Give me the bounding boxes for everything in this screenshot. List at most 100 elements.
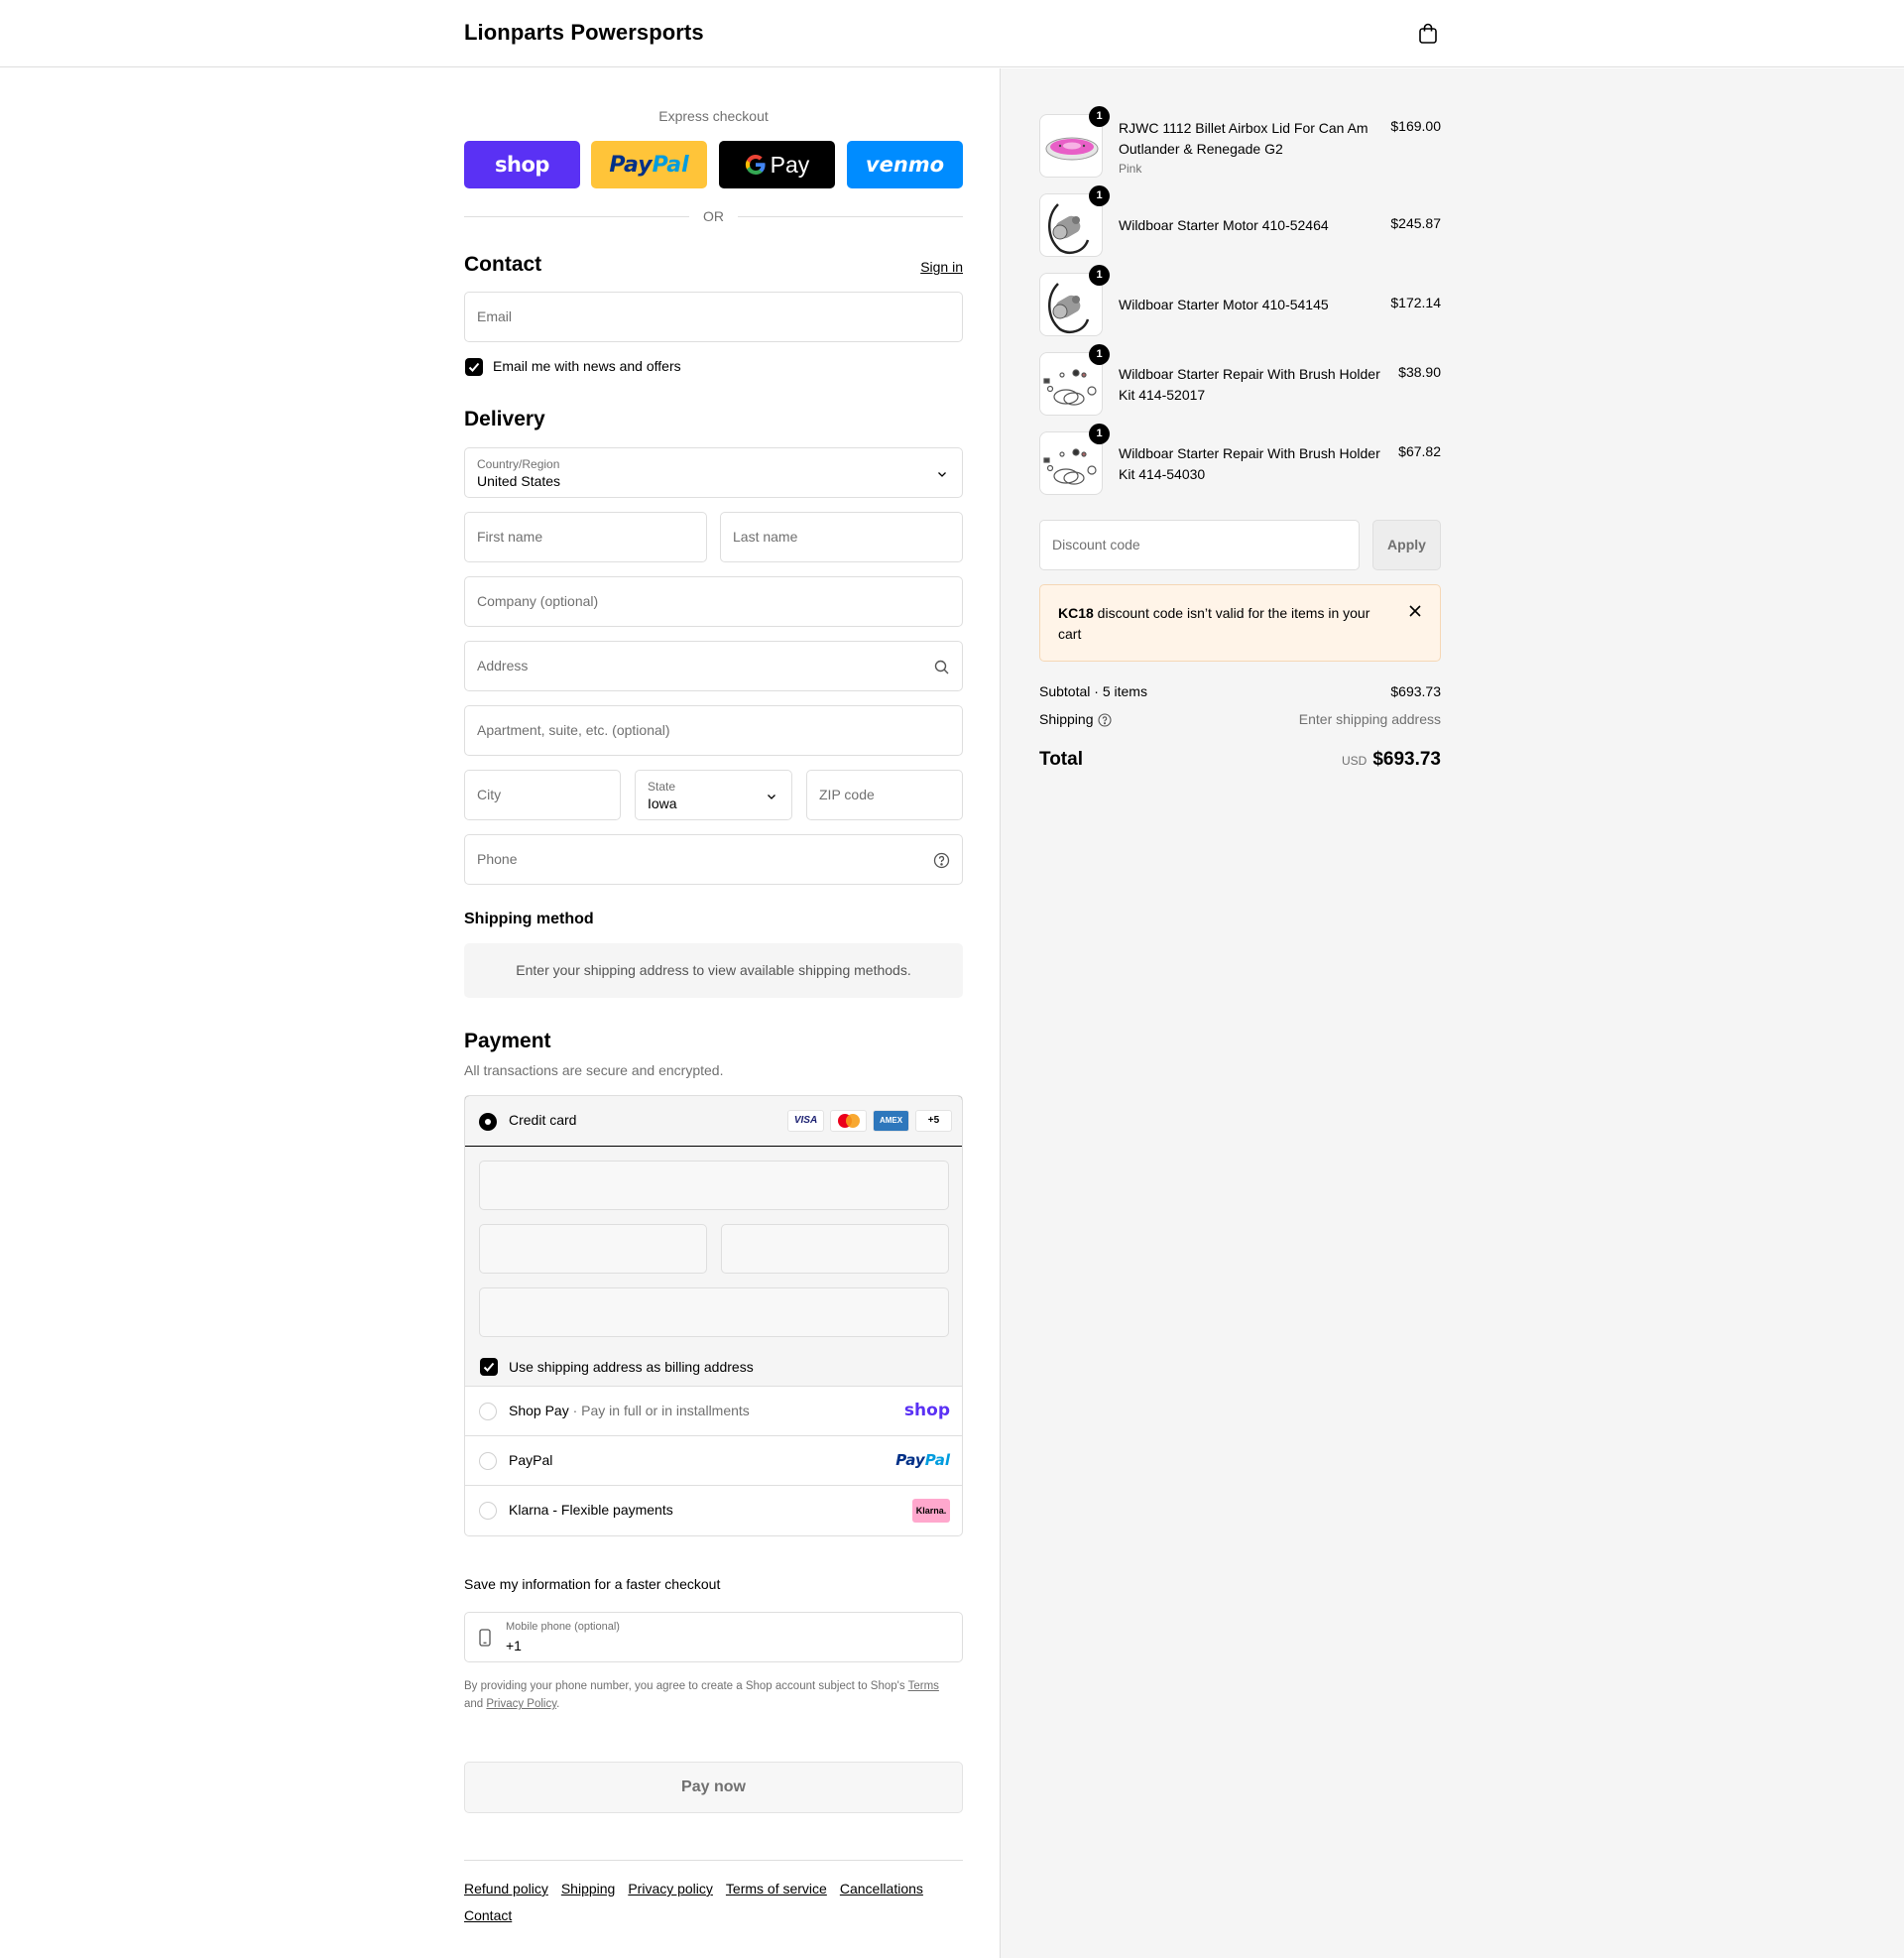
total-currency: USD <box>1341 754 1368 768</box>
line-item: 1 Wildboar Starter Repair With Brush Hol… <box>1039 344 1441 418</box>
discount-error-message: KC18 discount code isn’t valid for the i… <box>1058 605 1370 642</box>
item-name: Wildboar Starter Repair With Brush Holde… <box>1119 445 1380 482</box>
credit-card-option[interactable]: Credit card VISA AMEX +5 <box>465 1096 962 1147</box>
last-name-field[interactable]: Last name <box>720 512 963 562</box>
item-name: Wildboar Starter Motor 410-52464 <box>1119 217 1329 233</box>
chevron-down-icon <box>768 795 775 799</box>
apply-discount-button[interactable]: Apply <box>1372 520 1441 570</box>
shopping-bag-icon[interactable] <box>1416 22 1440 46</box>
first-name-placeholder: First name <box>477 529 543 545</box>
shipping-policy-link[interactable]: Shipping <box>561 1881 616 1897</box>
card-form: Use shipping address as billing address <box>465 1147 962 1387</box>
line-item: 1 Wildboar Starter Repair With Brush Hol… <box>1039 424 1441 497</box>
payment-methods: Credit card VISA AMEX +5 Use shipping ad… <box>464 1095 963 1536</box>
quantity-badge: 1 <box>1089 344 1110 365</box>
venmo-express-button[interactable]: venmo <box>847 141 963 188</box>
footer-links: Refund policy Shipping Privacy policy Terms… <box>464 1876 963 1929</box>
close-icon[interactable] <box>1408 604 1422 618</box>
paypal-option[interactable]: PayPal PayPal <box>465 1436 962 1486</box>
shop-pay-subtext: Pay in full or in installments <box>581 1403 750 1418</box>
google-pay-express-button[interactable]: Pay <box>719 141 835 188</box>
express-checkout-label: Express checkout <box>658 108 769 124</box>
amex-logo: AMEX <box>873 1110 909 1132</box>
mobile-phone-field[interactable]: Mobile phone (optional) +1 <box>464 1612 963 1662</box>
refund-policy-link[interactable]: Refund policy <box>464 1881 548 1897</box>
state-select[interactable]: State Iowa <box>635 770 792 820</box>
discount-code-field[interactable]: Discount code <box>1039 520 1360 570</box>
card-number-field[interactable] <box>479 1161 949 1210</box>
sign-in-link[interactable]: Sign in <box>920 259 963 275</box>
mobile-phone-label: Mobile phone (optional) <box>506 1621 620 1633</box>
total-amount: USD $693.73 <box>1342 749 1441 771</box>
news-checkbox-label: Email me with news and offers <box>493 358 681 374</box>
subtotal-label: Subtotal · 5 items <box>1039 683 1147 699</box>
privacy-policy-footer-link[interactable]: Privacy policy <box>628 1881 713 1897</box>
email-field[interactable]: Email <box>464 292 963 342</box>
zip-field[interactable]: ZIP code <box>806 770 963 820</box>
shop-logo: shop <box>495 153 549 177</box>
klarna-option[interactable]: Klarna - Flexible payments Klarna. <box>465 1486 962 1535</box>
help-circle-icon[interactable] <box>1098 713 1112 727</box>
phone-placeholder: Phone <box>477 851 518 867</box>
credit-card-radio[interactable] <box>479 1113 497 1131</box>
card-cvv-field[interactable] <box>721 1224 949 1274</box>
address-field[interactable]: Address <box>464 641 963 691</box>
city-field[interactable]: City <box>464 770 621 820</box>
quantity-badge: 1 <box>1089 185 1110 206</box>
terms-link[interactable]: Terms <box>908 1680 939 1692</box>
checkmark-icon <box>483 1362 495 1372</box>
contact-link[interactable]: Contact <box>464 1907 512 1923</box>
pay-now-button[interactable]: Pay now <box>464 1762 963 1813</box>
shipping-label: Shipping <box>1039 711 1094 727</box>
shipping-method-note: Enter your shipping address to view avai… <box>464 943 963 998</box>
help-circle-icon[interactable] <box>933 852 950 869</box>
visa-logo: VISA <box>787 1110 824 1132</box>
apartment-placeholder: Apartment, suite, etc. (optional) <box>477 722 670 738</box>
discount-error-banner: KC18 discount code isn’t valid for the i… <box>1039 584 1441 662</box>
gpay-text: Pay <box>770 151 810 178</box>
company-field[interactable]: Company (optional) <box>464 576 963 627</box>
first-name-field[interactable]: First name <box>464 512 707 562</box>
store-name[interactable]: Lionparts Powersports <box>464 20 704 46</box>
phone-field[interactable]: Phone <box>464 834 963 885</box>
checkmark-icon <box>468 362 480 372</box>
shipping-row: Shipping Enter shipping address <box>1039 711 1441 727</box>
chevron-down-icon <box>938 472 946 477</box>
quantity-badge: 1 <box>1089 265 1110 286</box>
delivery-heading: Delivery <box>464 408 545 430</box>
billing-address-label: Use shipping address as billing address <box>509 1359 754 1375</box>
card-expiry-field[interactable] <box>479 1224 707 1274</box>
country-value: United States <box>477 473 561 489</box>
express-checkout-buttons: shop PayPal Pay venmo <box>464 141 963 188</box>
payment-subtext: All transactions are secure and encrypte… <box>464 1062 724 1078</box>
paypal-radio[interactable] <box>479 1452 497 1470</box>
more-cards-badge: +5 <box>915 1110 952 1132</box>
zip-placeholder: ZIP code <box>819 787 875 802</box>
card-name-field[interactable] <box>479 1287 949 1337</box>
apartment-field[interactable]: Apartment, suite, etc. (optional) <box>464 705 963 756</box>
klarna-radio[interactable] <box>479 1502 497 1520</box>
discount-code-placeholder: Discount code <box>1052 537 1140 552</box>
item-variant: Pink <box>1119 162 1142 176</box>
footer-divider <box>464 1860 963 1861</box>
line-item: 1 Wildboar Starter Motor 410-52464 $245.… <box>1039 185 1441 259</box>
mastercard-logo <box>830 1110 867 1132</box>
shop-pay-express-button[interactable]: shop <box>464 141 580 188</box>
billing-address-checkbox[interactable] <box>480 1358 498 1376</box>
state-label: State <box>648 780 676 794</box>
terms-of-service-link[interactable]: Terms of service <box>726 1881 827 1897</box>
news-checkbox[interactable] <box>465 358 483 376</box>
paypal-express-button[interactable]: PayPal <box>591 141 707 188</box>
save-info-heading: Save my information for a faster checkou… <box>464 1576 721 1592</box>
search-icon <box>934 660 949 674</box>
shop-pay-option[interactable]: Shop Pay · Pay in full or in installment… <box>465 1387 962 1436</box>
item-price: $172.14 <box>1390 295 1441 310</box>
privacy-policy-link[interactable]: Privacy Policy <box>486 1698 556 1710</box>
klarna-label: Klarna - Flexible payments <box>509 1502 673 1518</box>
cancellations-link[interactable]: Cancellations <box>840 1881 923 1897</box>
shop-pay-radio[interactable] <box>479 1403 497 1420</box>
total-row: Total USD $693.73 <box>1039 749 1441 777</box>
mobile-phone-icon <box>479 1629 491 1647</box>
country-select[interactable]: Country/Region United States <box>464 447 963 498</box>
item-name: RJWC 1112 Billet Airbox Lid For Can Am O… <box>1119 120 1368 157</box>
